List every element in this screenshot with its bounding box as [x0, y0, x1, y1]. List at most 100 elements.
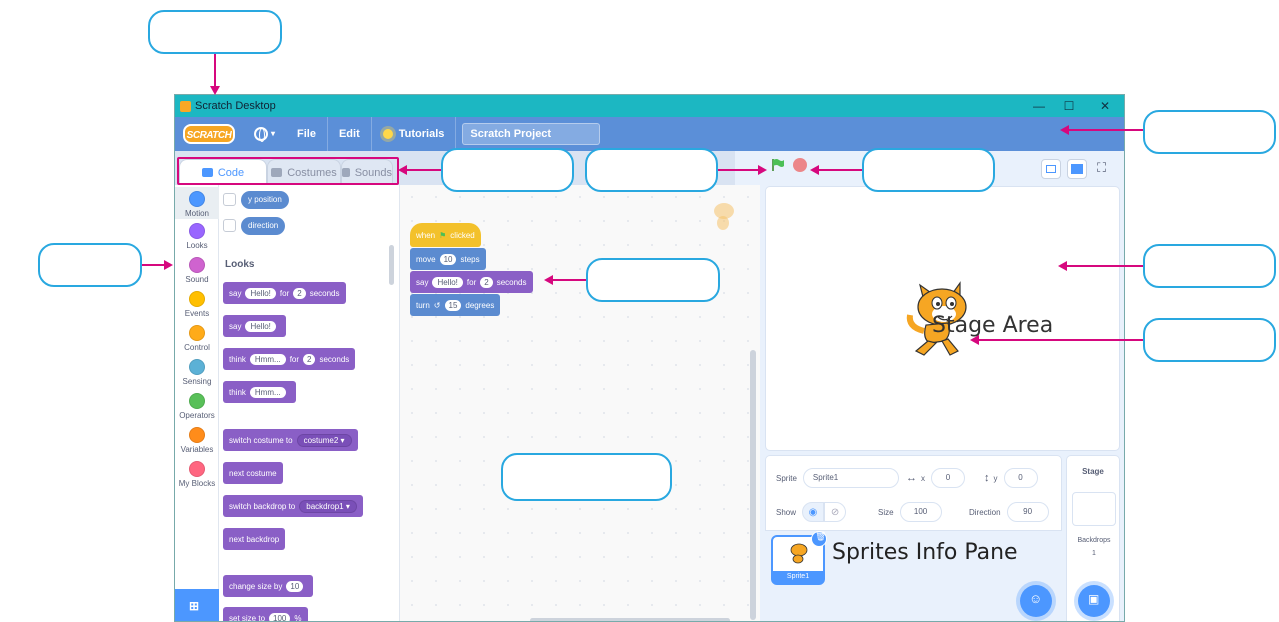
backdrop-dropdown[interactable]: backdrop1 ▾ [299, 499, 357, 513]
small-stage-icon [1046, 165, 1056, 173]
text-input[interactable]: Hello! [245, 287, 276, 299]
y-position-reporter[interactable]: y position [241, 191, 289, 209]
fullscreen-button[interactable]: ⛶ [1093, 159, 1113, 179]
number-input[interactable]: 100 [269, 612, 291, 621]
file-menu[interactable]: File [286, 117, 327, 151]
switch-backdrop-block[interactable]: switch backdrop to backdrop1 ▾ [223, 495, 363, 517]
category-control[interactable]: Control [175, 325, 219, 352]
callout-box-script [586, 258, 720, 302]
project-title-input[interactable]: Scratch Project [462, 123, 601, 145]
text-input[interactable]: Hmm... [249, 353, 286, 365]
think-block[interactable]: think Hmm... [223, 381, 296, 403]
block-label: set size to [229, 613, 266, 622]
text-input[interactable]: Hello! [245, 320, 276, 332]
sprite-thumbnail-name: Sprite1 [773, 571, 823, 583]
close-button[interactable]: ✕ [1087, 95, 1123, 117]
show-row: Show ◉ ⊘ [776, 502, 847, 522]
costume-dropdown[interactable]: costume2 ▾ [296, 433, 352, 447]
category-motion[interactable]: Motion [175, 187, 219, 219]
number-input[interactable]: 15 [444, 299, 462, 311]
arrowhead [810, 165, 819, 175]
callout-arrow-script [552, 279, 586, 281]
say-for-block[interactable]: say Hello! for 2 seconds [223, 282, 346, 304]
maximize-button[interactable]: ☐ [1051, 95, 1087, 117]
backdrop-thumbnail[interactable] [1072, 492, 1116, 526]
show-visible-button[interactable]: ◉ [802, 502, 825, 522]
next-costume-block[interactable]: next costume [223, 462, 283, 484]
variables-dot [189, 427, 205, 443]
show-hidden-button[interactable]: ⊘ [824, 502, 847, 522]
add-extension-button[interactable]: ⊞ [175, 589, 219, 621]
large-stage-button[interactable] [1067, 159, 1087, 179]
category-sensing[interactable]: Sensing [175, 359, 219, 386]
number-input[interactable]: 2 [303, 353, 316, 365]
callout-arrow-categories [142, 264, 166, 266]
tutorials-button[interactable]: Tutorials [372, 117, 456, 151]
tutorials-label: Tutorials [398, 128, 445, 140]
cat-add-icon: ☺ [1029, 591, 1043, 606]
green-flag-icon: ⚑ [439, 230, 447, 240]
category-looks[interactable]: Looks [175, 223, 219, 250]
scratch-logo[interactable]: SCRATCH [183, 124, 235, 144]
direction-checkbox[interactable] [223, 219, 236, 232]
direction-input[interactable]: 90 [1006, 502, 1049, 522]
delete-sprite-button[interactable]: 🗑 [811, 531, 827, 547]
text-input[interactable]: Hello! [432, 276, 463, 288]
category-sound[interactable]: Sound [175, 257, 219, 284]
stop-icon[interactable] [793, 158, 807, 172]
fullscreen-icon: ⛶ [1097, 160, 1107, 175]
y-position-checkbox[interactable] [223, 193, 236, 206]
text-input[interactable]: Hmm... [249, 386, 286, 398]
small-stage-button[interactable] [1041, 159, 1061, 179]
control-dot [189, 325, 205, 341]
eye-icon: ◉ [808, 506, 818, 518]
callout-box-green-flag [585, 148, 718, 192]
arrowhead [164, 260, 173, 270]
category-events[interactable]: Events [175, 291, 219, 318]
number-input[interactable]: 10 [286, 580, 304, 592]
block-label: clicked [450, 230, 475, 240]
block-label: seconds [496, 277, 527, 287]
block-palette: y position direction Looks say Hello! fo… [219, 185, 400, 622]
edit-menu[interactable]: Edit [328, 117, 371, 151]
sprite-name-input[interactable]: Sprite1 [802, 468, 899, 488]
code-area[interactable]: when ⚑ clicked move 10 steps say Hello! … [400, 185, 966, 621]
move-steps-block[interactable]: move 10 steps [410, 248, 486, 270]
language-menu[interactable]: ▾ [243, 117, 286, 151]
callout-arrow-tabs [405, 169, 441, 171]
code-horizontal-scrollbar[interactable] [530, 618, 730, 621]
code-vertical-scrollbar[interactable] [750, 350, 756, 620]
stage-pane-title: Stage [1082, 467, 1104, 476]
category-my-blocks[interactable]: My Blocks [175, 461, 219, 488]
say-block[interactable]: say Hello! [223, 315, 286, 337]
set-size-block[interactable]: set size to 100 % [223, 607, 308, 622]
number-input[interactable]: 2 [480, 276, 493, 288]
add-backdrop-button[interactable]: ▣ [1078, 585, 1110, 617]
callout-arrow-window-title [214, 54, 216, 88]
callout-box-categories [38, 243, 142, 287]
switch-costume-block[interactable]: switch costume to costume2 ▾ [223, 429, 358, 451]
say-for-block[interactable]: say Hello! for 2 seconds [410, 271, 533, 293]
add-sprite-button[interactable]: ☺ [1020, 585, 1052, 617]
category-variables[interactable]: Variables [175, 427, 219, 454]
turn-degrees-block[interactable]: turn ↺ 15 degrees [410, 294, 501, 316]
callout-box-menubar [1143, 110, 1276, 154]
dropdown-value: backdrop1 [306, 501, 344, 511]
x-arrows-icon: ↔ [906, 472, 917, 484]
when-flag-clicked-block[interactable]: when ⚑ clicked [410, 223, 481, 247]
size-input[interactable]: 100 [899, 502, 942, 522]
x-input[interactable]: 0 [931, 468, 965, 488]
next-backdrop-block[interactable]: next backdrop [223, 528, 286, 550]
large-stage-icon [1071, 164, 1083, 174]
callout-box-window-title [148, 10, 282, 54]
y-input[interactable]: 0 [1003, 468, 1038, 488]
arrowhead [1060, 125, 1069, 135]
think-for-block[interactable]: think Hmm... for 2 seconds [223, 348, 356, 370]
direction-reporter[interactable]: direction [241, 217, 286, 235]
category-operators[interactable]: Operators [175, 393, 219, 420]
change-size-block[interactable]: change size by 10 [223, 575, 314, 597]
number-input[interactable]: 2 [293, 287, 306, 299]
palette-scrollbar[interactable] [389, 245, 394, 285]
green-flag-icon[interactable] [771, 158, 785, 172]
number-input[interactable]: 10 [439, 253, 457, 265]
